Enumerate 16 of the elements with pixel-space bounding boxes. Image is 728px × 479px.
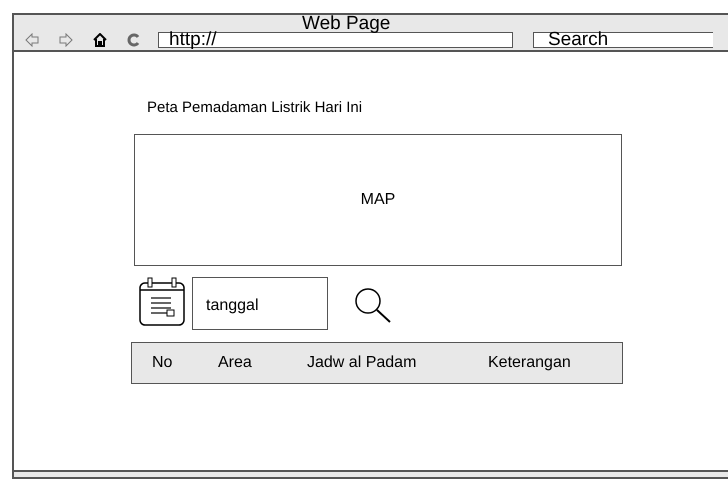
home-icon[interactable] xyxy=(93,33,107,47)
calendar-icon[interactable] xyxy=(139,276,185,326)
column-header: Area xyxy=(218,352,253,372)
back-icon[interactable] xyxy=(25,33,39,47)
forward-icon[interactable] xyxy=(59,33,73,47)
window-title: Web Page xyxy=(302,13,390,35)
url-field[interactable]: http:// xyxy=(158,32,513,48)
refresh-icon[interactable] xyxy=(127,33,141,47)
date-field[interactable]: tanggal xyxy=(192,276,328,330)
search-field[interactable]: Search xyxy=(533,32,713,48)
page-heading: Peta Pemadaman Listrik Hari Ini xyxy=(147,98,364,118)
column-header: Jadw al Padam xyxy=(307,352,418,372)
search-icon[interactable] xyxy=(354,286,392,322)
map-label: MAP xyxy=(360,190,396,210)
column-header: Keterangan xyxy=(488,352,571,372)
column-header: No xyxy=(152,352,174,372)
